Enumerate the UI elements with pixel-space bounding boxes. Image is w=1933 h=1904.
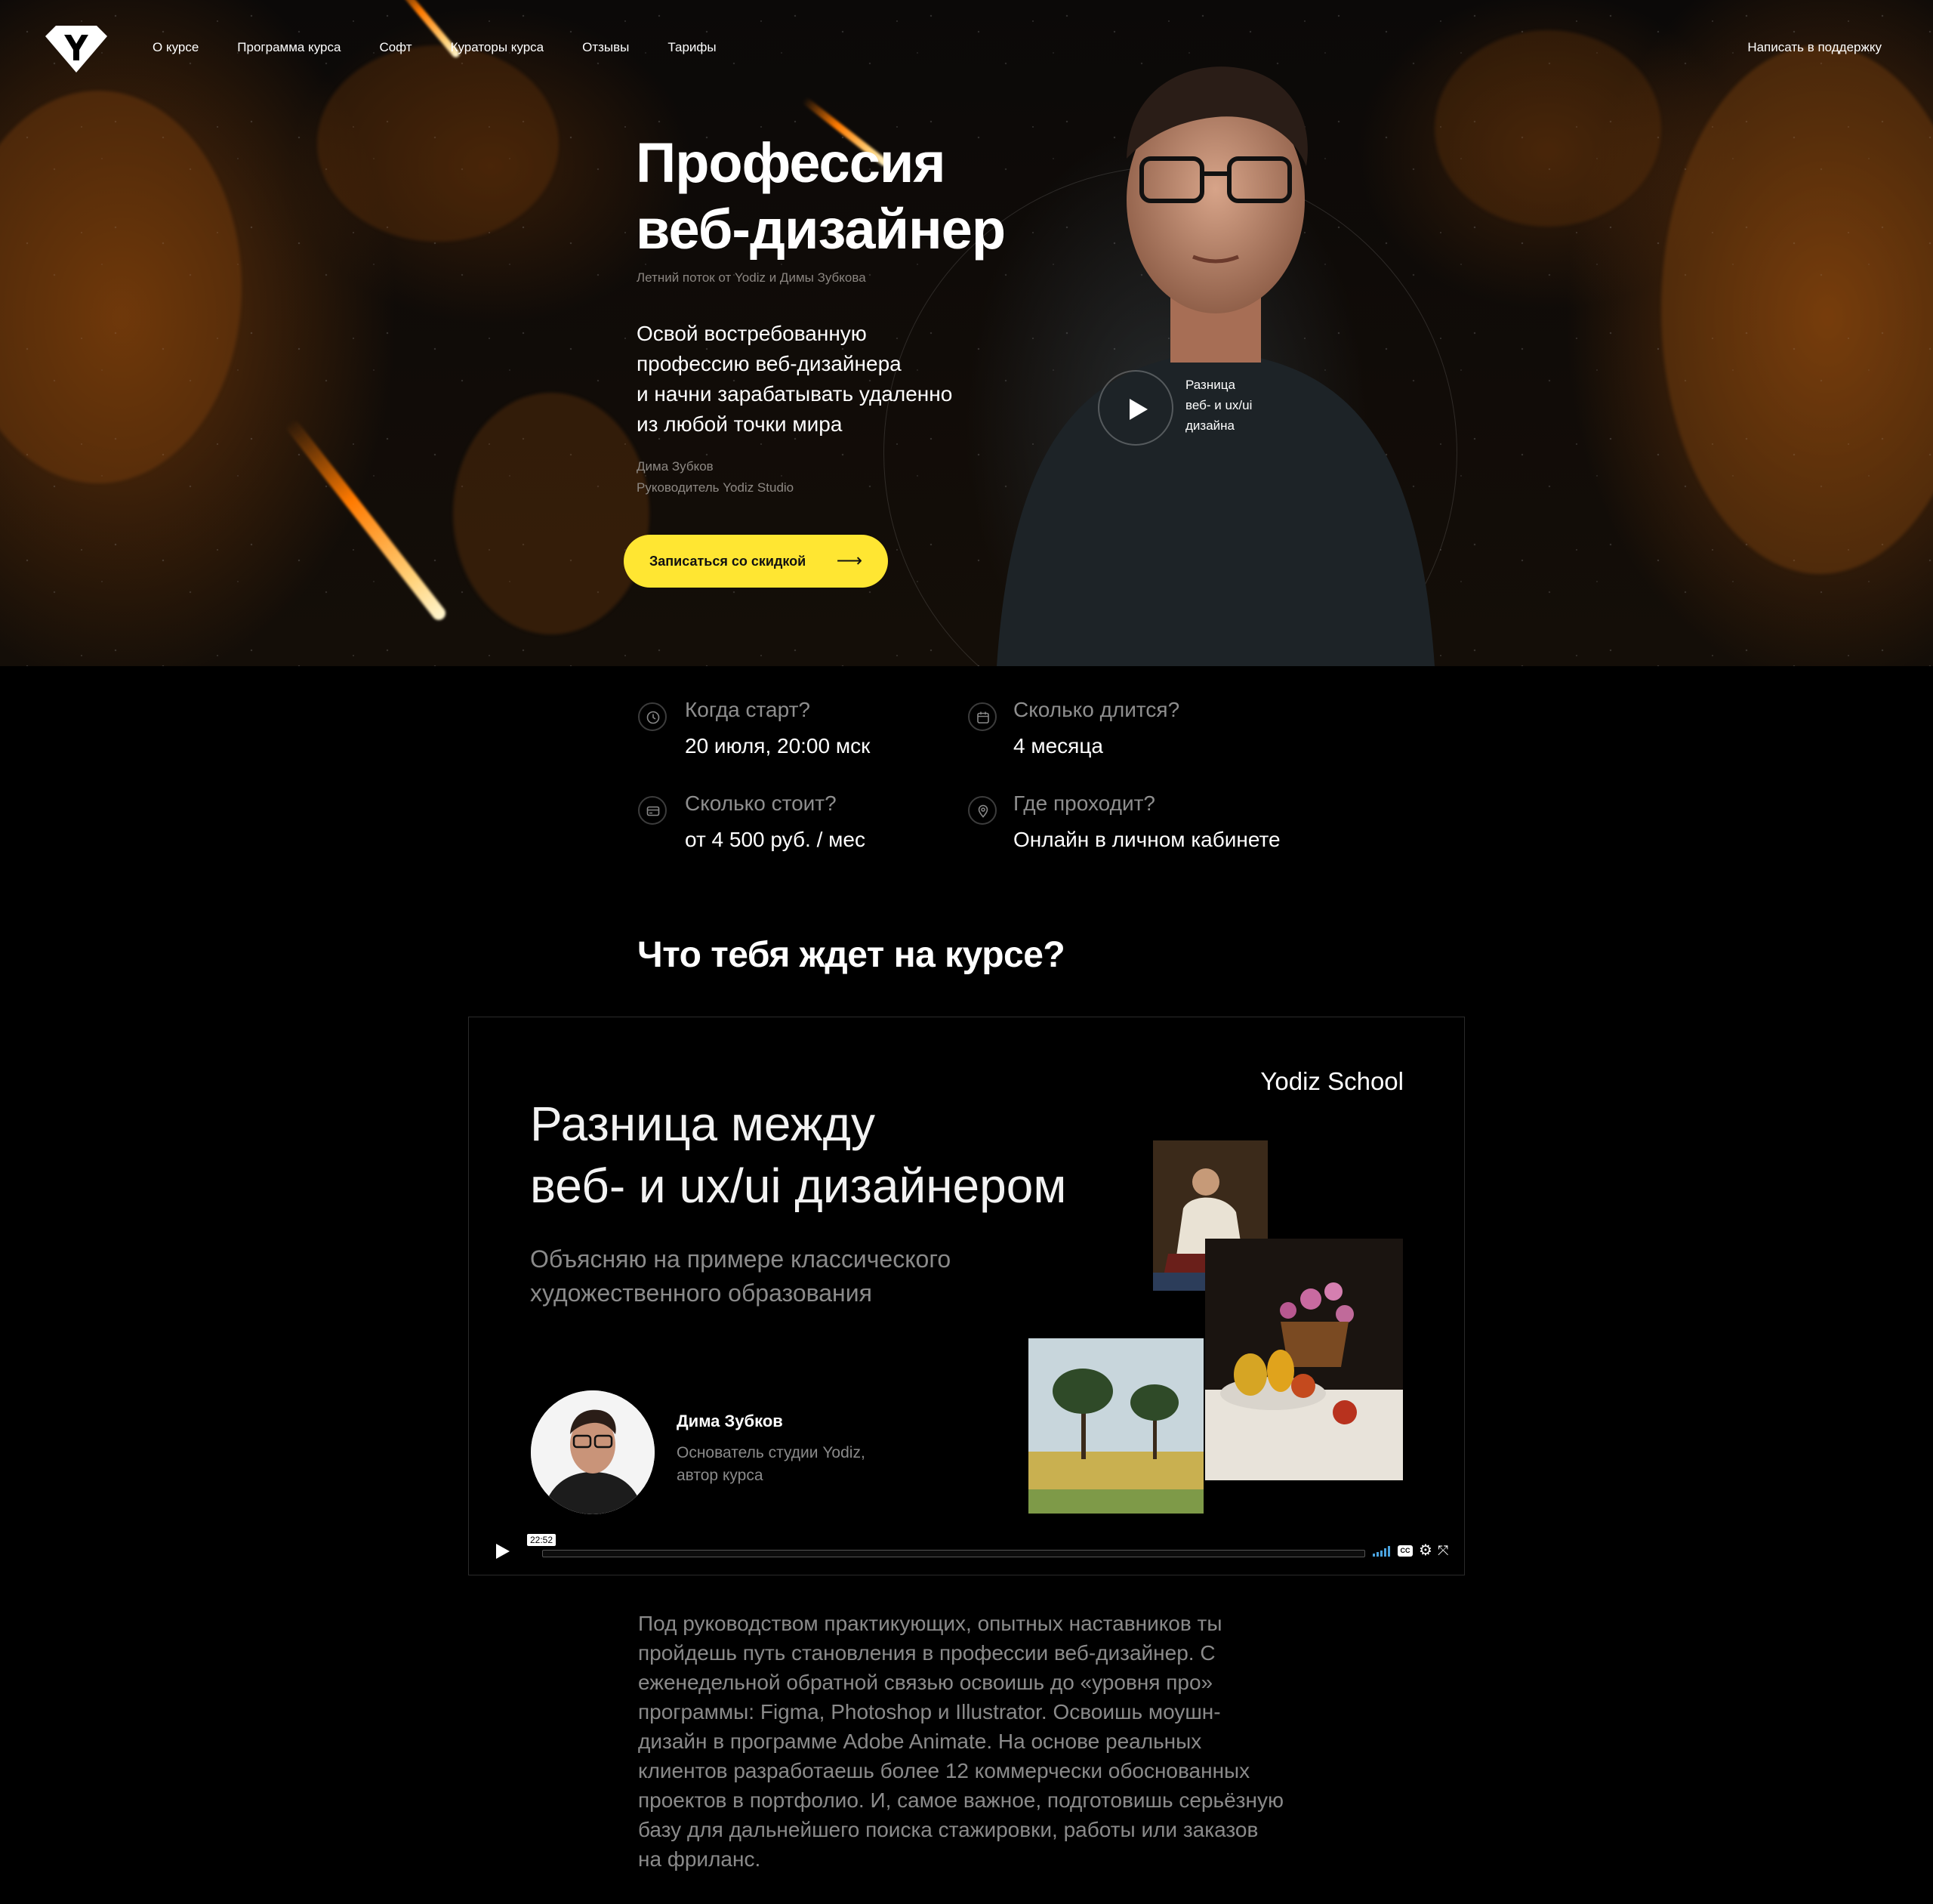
course-description: Под руководством практикующих, опытных н… (638, 1612, 1284, 1871)
info-start-question: Когда старт? (685, 698, 810, 721)
info-place-question: Где проходит? (1013, 792, 1155, 815)
video-brand: Yodiz School (1260, 1067, 1404, 1095)
nav-program[interactable]: Программа курса (237, 40, 341, 55)
hero-lead-line: профессию веб-дизайнера (637, 352, 902, 375)
volume-icon[interactable] (1373, 1546, 1392, 1557)
info-duration: Сколько длится? 4 месяца (1013, 698, 1179, 758)
info-start: Когда старт? 20 июля, 20:00 мск (685, 698, 870, 758)
info-duration-question: Сколько длится? (1013, 698, 1180, 721)
info-place-answer: Онлайн в личном кабинете (1013, 828, 1281, 851)
video-title-line: веб- и ux/ui дизайнером (530, 1159, 1067, 1213)
fullscreen-icon[interactable]: ⤧ (1438, 1544, 1448, 1557)
info-start-answer: 20 июля, 20:00 мск (685, 734, 871, 758)
nav-curators[interactable]: Кураторы курса (451, 40, 544, 55)
video-subtitle-line: Объясняю на примере классического (530, 1245, 951, 1273)
hero-lead-line: и начни зарабатывать удаленно (637, 382, 953, 406)
hero-video-play-button[interactable] (1098, 370, 1173, 446)
hero-author: Дима Зубков Руководитель Yodiz Studio (637, 456, 794, 498)
hero-video-label[interactable]: Разница веб- и ux/ui дизайна (1185, 375, 1252, 436)
speaker-name: Дима Зубков (677, 1412, 783, 1430)
hero-lead-line: из любой точки мира (637, 412, 843, 436)
speaker-role-line: автор курса (677, 1467, 763, 1484)
card-icon (638, 796, 667, 825)
arrow-right-icon: ⟶ (836, 551, 862, 571)
info-price-question: Сколько стоит? (685, 792, 837, 815)
nav-about[interactable]: О курсе (153, 40, 199, 55)
nav-software[interactable]: Софт (379, 40, 412, 55)
nav-reviews[interactable]: Отзывы (582, 40, 629, 55)
hero-video-label-line: Разница (1185, 378, 1235, 392)
video-title-line: Разница между (530, 1097, 875, 1151)
info-price: Сколько стоит? от 4 500 руб. / мес (685, 792, 865, 852)
hero: О курсе Программа курса Софт Кураторы ку… (0, 0, 1933, 666)
speaker-role: Основатель студии Yodiz, автор курса (677, 1442, 865, 1487)
painting-still-life (1205, 1239, 1403, 1480)
hero-author-role: Руководитель Yodiz Studio (637, 480, 794, 495)
info-duration-answer: 4 месяца (1013, 734, 1103, 758)
hero-portrait (997, 66, 1435, 666)
support-link[interactable]: Написать в поддержку (1747, 40, 1882, 55)
painting-rye-field (1028, 1338, 1204, 1514)
course-video-player[interactable]: Yodiz School Разница между веб- и ux/ui … (468, 1017, 1465, 1575)
gear-icon[interactable]: ⚙ (1419, 1543, 1432, 1558)
hero-lead-line: Освой востребованную (637, 322, 867, 345)
logo-icon[interactable] (45, 26, 107, 73)
hero-title-line2: веб-дизайнер (636, 198, 1006, 261)
landing-page: О курсе Программа курса Софт Кураторы ку… (0, 0, 1933, 1904)
section-title: Что тебя ждет на курсе? (637, 935, 1065, 975)
video-subtitle-line: художественного образования (530, 1279, 872, 1307)
hero-title: Профессия веб-дизайнер (636, 130, 1006, 263)
video-title: Разница между веб- и ux/ui дизайнером (530, 1093, 1066, 1217)
hero-subtitle: Летний поток от Yodiz и Димы Зубкова (637, 270, 866, 285)
play-icon (1130, 399, 1148, 420)
hero-lead: Освой востребованную профессию веб-дизай… (637, 319, 952, 440)
hero-video-label-line: дизайна (1185, 418, 1235, 433)
speaker-avatar (531, 1390, 655, 1514)
speaker-role-line: Основатель студии Yodiz, (677, 1444, 865, 1461)
top-nav: О курсе Программа курса Софт Кураторы ку… (0, 0, 1933, 98)
cc-icon[interactable]: CC (1398, 1545, 1413, 1557)
hero-title-line1: Профессия (636, 131, 946, 194)
signup-discount-button[interactable]: Записаться со скидкой ⟶ (624, 535, 888, 588)
calendar-icon (968, 702, 997, 731)
hero-video-label-line: веб- и ux/ui (1185, 398, 1253, 412)
foliage-bottom-left (453, 393, 649, 634)
info-price-answer: от 4 500 руб. / мес (685, 828, 865, 851)
clock-icon (638, 702, 667, 731)
video-controls: 22:52 CC ⚙ ⤧ (469, 1534, 1464, 1572)
play-icon[interactable] (496, 1544, 510, 1559)
location-icon (968, 796, 997, 825)
nav-pricing[interactable]: Тарифы (667, 40, 716, 55)
info-place: Где проходит? Онлайн в личном кабинете (1013, 792, 1281, 852)
signup-button-label: Записаться со скидкой (649, 553, 806, 569)
video-time: 22:52 (527, 1534, 556, 1546)
video-progress-bar[interactable] (542, 1550, 1365, 1557)
hero-author-name: Дима Зубков (637, 459, 714, 474)
main-menu: О курсе Программа курса Софт Кураторы ку… (153, 40, 755, 55)
video-subtitle: Объясняю на примере классического художе… (530, 1242, 951, 1310)
